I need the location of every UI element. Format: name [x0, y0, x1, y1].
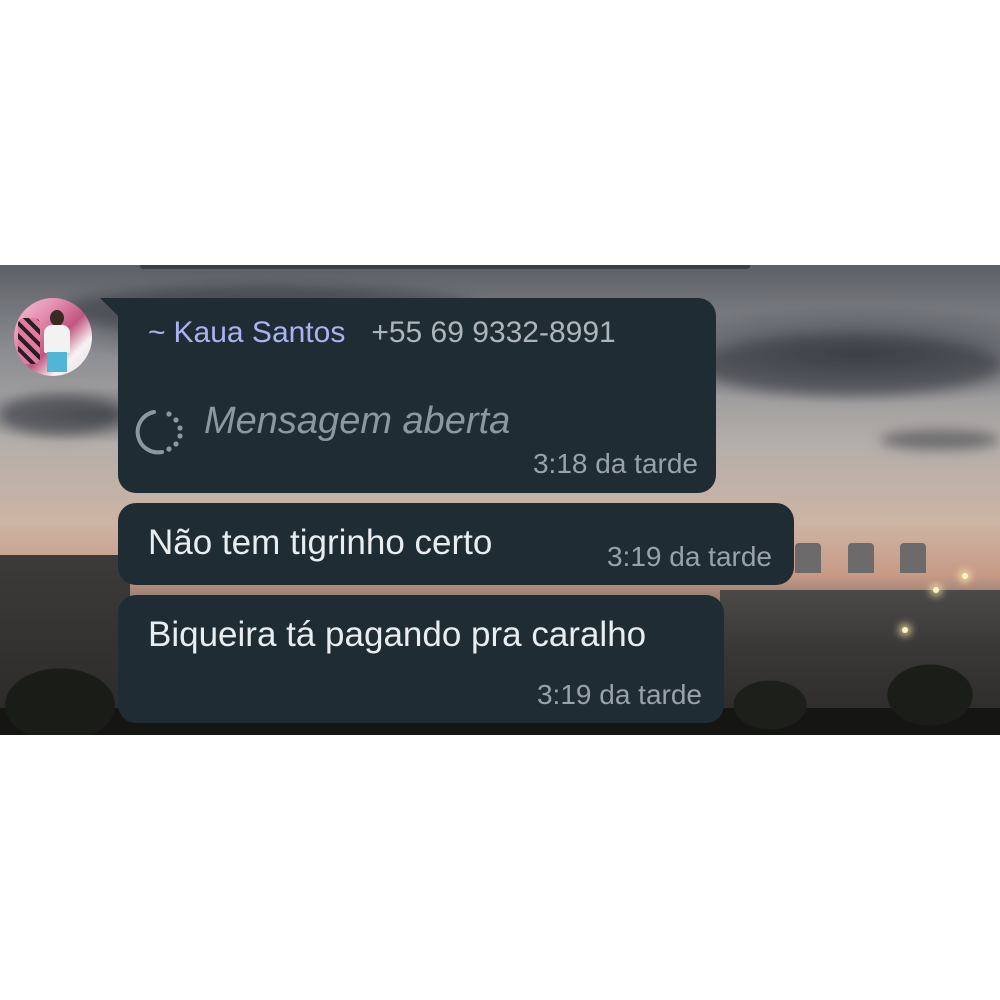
- wallpaper-light: [962, 573, 968, 579]
- message-text: Não tem tigrinho certo: [148, 523, 493, 562]
- wallpaper-light: [902, 627, 908, 633]
- sender-phone[interactable]: +55 69 9332-8991: [371, 316, 615, 349]
- sender-avatar[interactable]: [14, 298, 92, 376]
- wallpaper-tower: [795, 543, 821, 573]
- avatar-figure: [47, 352, 67, 372]
- message-timestamp: 3:18 da tarde: [532, 448, 698, 479]
- message-bubble[interactable]: ~ Kaua Santos +55 69 9332-8991 Mensagem ab…: [100, 298, 716, 493]
- message-bubble[interactable]: Biqueira tá pagando pra caralho 3:19 da …: [118, 595, 724, 723]
- bubble-tail: [100, 298, 118, 316]
- avatar-pattern: [18, 318, 40, 364]
- wallpaper-cloud: [700, 335, 1000, 395]
- sender-header[interactable]: ~ Kaua Santos +55 69 9332-8991: [148, 316, 616, 350]
- message-timestamp: 3:19 da tarde: [606, 541, 772, 572]
- message-bubble[interactable]: Não tem tigrinho certo 3:19 da tarde: [118, 503, 794, 585]
- wallpaper-tower: [848, 543, 874, 573]
- avatar-figure: [50, 310, 64, 326]
- previous-bubble-edge: [140, 265, 750, 269]
- wallpaper-cloud: [0, 395, 120, 435]
- sender-name[interactable]: Kaua Santos: [174, 316, 346, 349]
- message-timestamp: 3:19 da tarde: [536, 679, 702, 710]
- sender-prefix: ~: [148, 316, 166, 349]
- message-text: Biqueira tá pagando pra caralho: [148, 615, 647, 654]
- view-once-opened-icon: [135, 410, 183, 455]
- wallpaper-light: [933, 587, 939, 593]
- wallpaper-tower: [900, 543, 926, 573]
- wallpaper-cloud: [880, 430, 1000, 450]
- view-once-status: Mensagem aberta: [134, 382, 510, 460]
- message-text: Mensagem aberta: [204, 399, 511, 442]
- avatar-figure: [44, 325, 70, 353]
- chat-screen: ~ Kaua Santos +55 69 9332-8991 Mensagem ab…: [0, 265, 1000, 735]
